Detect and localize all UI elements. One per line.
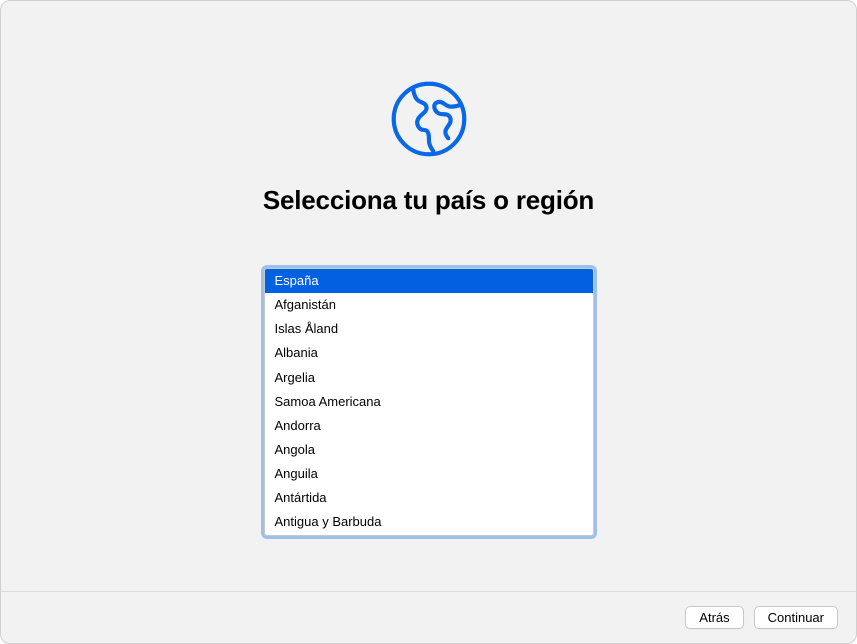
country-list-item[interactable]: España <box>265 269 593 293</box>
main-content: Selecciona tu país o región EspañaAfgani… <box>1 1 856 591</box>
country-list-item[interactable]: Antártida <box>265 486 593 510</box>
page-title: Selecciona tu país o región <box>263 185 594 216</box>
country-list[interactable]: EspañaAfganistánIslas ÅlandAlbaniaArgeli… <box>264 268 594 536</box>
footer-bar: Atrás Continuar <box>1 591 856 643</box>
country-list-item[interactable]: Albania <box>265 341 593 365</box>
globe-icon <box>387 77 471 161</box>
continue-button[interactable]: Continuar <box>754 606 838 629</box>
country-list-item[interactable]: Argelia <box>265 366 593 390</box>
country-list-item[interactable]: Anguila <box>265 462 593 486</box>
back-button[interactable]: Atrás <box>685 606 743 629</box>
country-list-item[interactable]: Islas Åland <box>265 317 593 341</box>
setup-assistant-window: Selecciona tu país o región EspañaAfgani… <box>0 0 857 644</box>
country-list-item[interactable]: Antigua y Barbuda <box>265 510 593 534</box>
country-list-item[interactable]: Afganistán <box>265 293 593 317</box>
country-list-item[interactable]: Andorra <box>265 414 593 438</box>
country-list-item[interactable]: Samoa Americana <box>265 390 593 414</box>
country-list-item[interactable]: Angola <box>265 438 593 462</box>
